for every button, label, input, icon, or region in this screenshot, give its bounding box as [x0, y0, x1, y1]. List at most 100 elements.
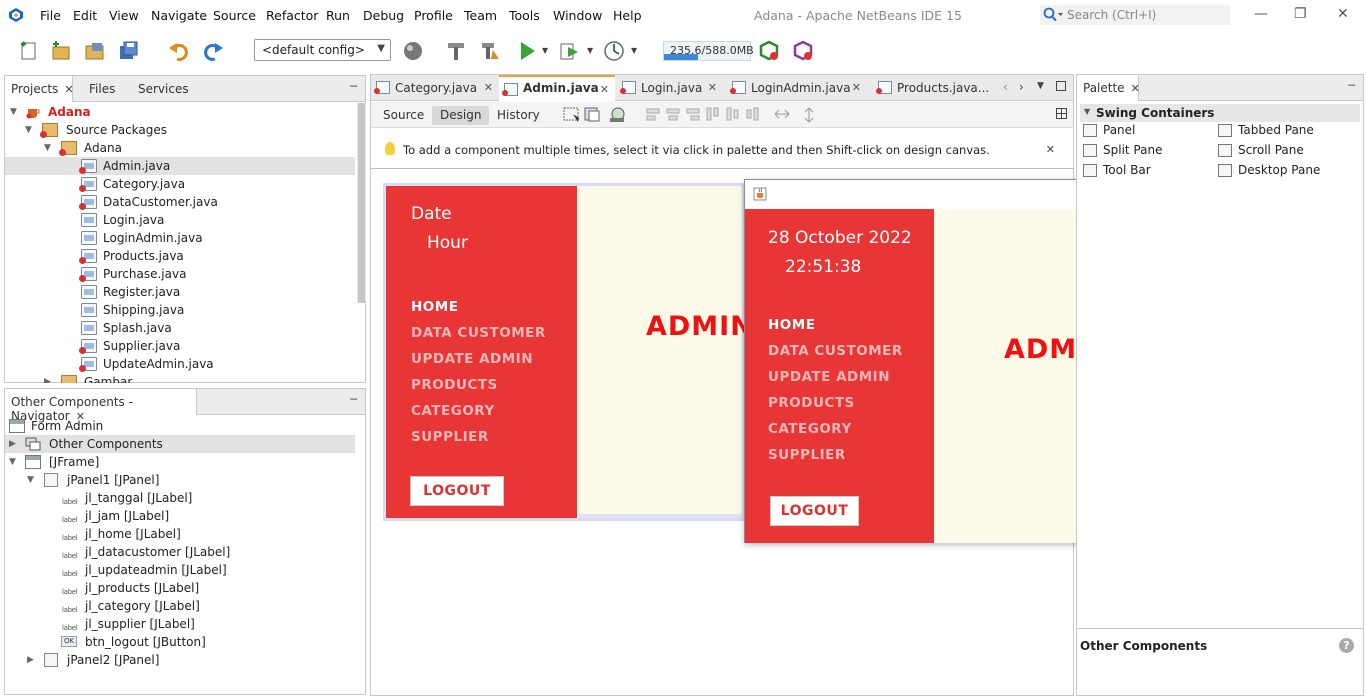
tree-file-supplier[interactable]: Supplier.java	[5, 337, 355, 355]
tree-file-products[interactable]: Products.java	[5, 247, 355, 265]
search-input[interactable]: Search (Ctrl+I)	[1040, 5, 1230, 25]
collapse-icon[interactable]: ▼	[1084, 107, 1090, 116]
tree-file-purchase[interactable]: Purchase.java	[5, 265, 355, 283]
tree-package[interactable]: ▼ Adana	[5, 139, 355, 157]
new-project-icon[interactable]	[50, 40, 72, 62]
tab-palette[interactable]: Palette ✕	[1077, 75, 1140, 101]
gc-icon[interactable]	[758, 40, 780, 62]
collapse-icon[interactable]: ▼	[44, 139, 51, 157]
menu-tools[interactable]: Tools	[509, 8, 540, 23]
close-tab-icon[interactable]: ✕	[64, 83, 73, 96]
palette-section-swing-containers[interactable]: ▼ Swing Containers	[1080, 104, 1360, 122]
design-canvas-form[interactable]: Date Hour HOME DATA CUSTOMER UPDATE ADMI…	[383, 183, 764, 521]
close-tab-icon[interactable]: ✕	[1131, 82, 1140, 95]
collapse-icon[interactable]: ▼	[9, 453, 16, 471]
tab-navigator[interactable]: Other Components - Navigator ✕	[5, 389, 197, 423]
menu-source[interactable]: Source	[213, 8, 256, 23]
run-icon[interactable]	[517, 40, 539, 62]
close-icon[interactable]: ✕	[1337, 6, 1349, 22]
tab-products-java[interactable]: Products.java...	[873, 75, 993, 101]
design-nav-products[interactable]: PRODUCTS	[411, 377, 498, 393]
app-nav-products[interactable]: PRODUCTS	[768, 395, 855, 411]
layout-tools-icons[interactable]	[563, 106, 823, 124]
tree-file-category[interactable]: Category.java	[5, 175, 355, 193]
menu-team[interactable]: Team	[464, 8, 497, 23]
tree-file-admin[interactable]: Admin.java	[5, 157, 355, 175]
redo-icon[interactable]	[202, 40, 224, 62]
menu-help[interactable]: Help	[613, 8, 642, 23]
menu-edit[interactable]: Edit	[73, 8, 97, 23]
maximize-icon[interactable]	[1056, 81, 1066, 91]
tree-component[interactable]: label jl_datacustomer [JLabel]	[5, 543, 355, 561]
tab-category-java[interactable]: Category.java ✕	[371, 75, 499, 101]
app-nav-category[interactable]: CATEGORY	[768, 421, 852, 437]
design-logout-button[interactable]: LOGOUT	[410, 476, 504, 506]
tree-component[interactable]: label jl_category [JLabel]	[5, 597, 355, 615]
tree-project[interactable]: ▼ Adana	[5, 103, 355, 121]
app-nav-home[interactable]: HOME	[768, 317, 815, 333]
tree-file-splash[interactable]: Splash.java	[5, 319, 355, 337]
tree-file-datacustomer[interactable]: DataCustomer.java	[5, 193, 355, 211]
tree-package-gambar[interactable]: ▶ Gambar	[5, 373, 355, 383]
app-logout-button[interactable]: LOGOUT	[770, 496, 859, 526]
scroll-right-icon[interactable]: ›	[1019, 80, 1024, 94]
undo-icon[interactable]	[168, 40, 190, 62]
close-hint-icon[interactable]: ✕	[1046, 143, 1055, 156]
view-design[interactable]: Design	[432, 106, 490, 125]
globe-icon[interactable]	[402, 40, 424, 62]
tree-source-packages[interactable]: ▼ Source Packages	[5, 121, 355, 139]
design-nav-data-customer[interactable]: DATA CUSTOMER	[411, 325, 546, 341]
clean-build-icon[interactable]	[479, 40, 501, 62]
app-nav-supplier[interactable]: SUPPLIER	[768, 447, 846, 463]
tree-component[interactable]: label jl_home [JLabel]	[5, 525, 355, 543]
tree-component[interactable]: label jl_updateadmin [JLabel]	[5, 561, 355, 579]
build-hammer-icon[interactable]	[445, 40, 467, 62]
view-source[interactable]: Source	[375, 106, 432, 125]
minimize-icon[interactable]: —	[1254, 6, 1268, 22]
tab-loginadmin-java[interactable]: LoginAdmin.java ✕	[727, 75, 867, 101]
debug-icon[interactable]	[559, 40, 581, 62]
menu-run[interactable]: Run	[326, 8, 350, 23]
tree-file-updateadmin[interactable]: UpdateAdmin.java	[5, 355, 355, 373]
tab-login-java[interactable]: Login.java ✕	[617, 75, 723, 101]
tree-jpanel2[interactable]: ▶ jPanel2 [JPanel]	[5, 651, 355, 669]
view-history[interactable]: History	[489, 106, 548, 125]
tree-component[interactable]: label jl_tanggal [JLabel]	[5, 489, 355, 507]
restore-icon[interactable]: ❐	[1294, 6, 1307, 22]
menu-profile[interactable]: Profile	[414, 8, 453, 23]
menu-navigate[interactable]: Navigate	[151, 8, 207, 23]
tab-services[interactable]: Services	[132, 76, 197, 102]
tree-jpanel1[interactable]: ▼ jPanel1 [JPanel]	[5, 471, 355, 489]
tree-file-login[interactable]: Login.java	[5, 211, 355, 229]
save-all-icon[interactable]	[117, 40, 139, 62]
design-resize-edge[interactable]	[577, 514, 742, 518]
close-tab-icon[interactable]: ✕	[600, 83, 609, 96]
expand-icon[interactable]: ▶	[27, 651, 34, 669]
debug-dropdown-icon[interactable]: ▼	[587, 46, 593, 55]
expand-icon[interactable]: ▶	[44, 373, 51, 383]
close-tab-icon[interactable]: ✕	[484, 81, 493, 94]
app-nav-update-admin[interactable]: UPDATE ADMIN	[768, 369, 890, 385]
tree-jframe[interactable]: ▼ [JFrame]	[5, 453, 355, 471]
tab-admin-java[interactable]: Admin.java ✕	[499, 75, 615, 101]
collapse-icon[interactable]: ▼	[10, 103, 17, 121]
new-file-icon[interactable]	[18, 40, 40, 62]
open-project-icon[interactable]	[84, 40, 106, 62]
design-nav-home[interactable]: HOME	[411, 299, 458, 315]
design-nav-update-admin[interactable]: UPDATE ADMIN	[411, 351, 533, 367]
collapse-icon[interactable]: ▼	[27, 471, 34, 489]
scrollbar-thumb[interactable]	[358, 103, 365, 303]
tree-file-loginadmin[interactable]: LoginAdmin.java	[5, 229, 355, 247]
design-side-panel[interactable]: Date Hour HOME DATA CUSTOMER UPDATE ADMI…	[386, 186, 577, 518]
tab-list-icon[interactable]: ▼	[1037, 81, 1044, 91]
tree-component[interactable]: label jl_jam [JLabel]	[5, 507, 355, 525]
minimize-panel-icon[interactable]: ─	[1348, 79, 1355, 92]
app-nav-data-customer[interactable]: DATA CUSTOMER	[768, 343, 903, 359]
config-select[interactable]: <default config> ▼	[254, 39, 391, 61]
expand-icon[interactable]: ▶	[9, 435, 16, 453]
minimize-panel-icon[interactable]: ─	[350, 393, 357, 406]
tree-component[interactable]: OK btn_logout [JButton]	[5, 633, 355, 651]
profile-dropdown-icon[interactable]: ▼	[631, 46, 637, 55]
tree-form-admin[interactable]: Form Admin	[5, 417, 355, 435]
tab-projects[interactable]: Projects ✕	[5, 76, 74, 102]
